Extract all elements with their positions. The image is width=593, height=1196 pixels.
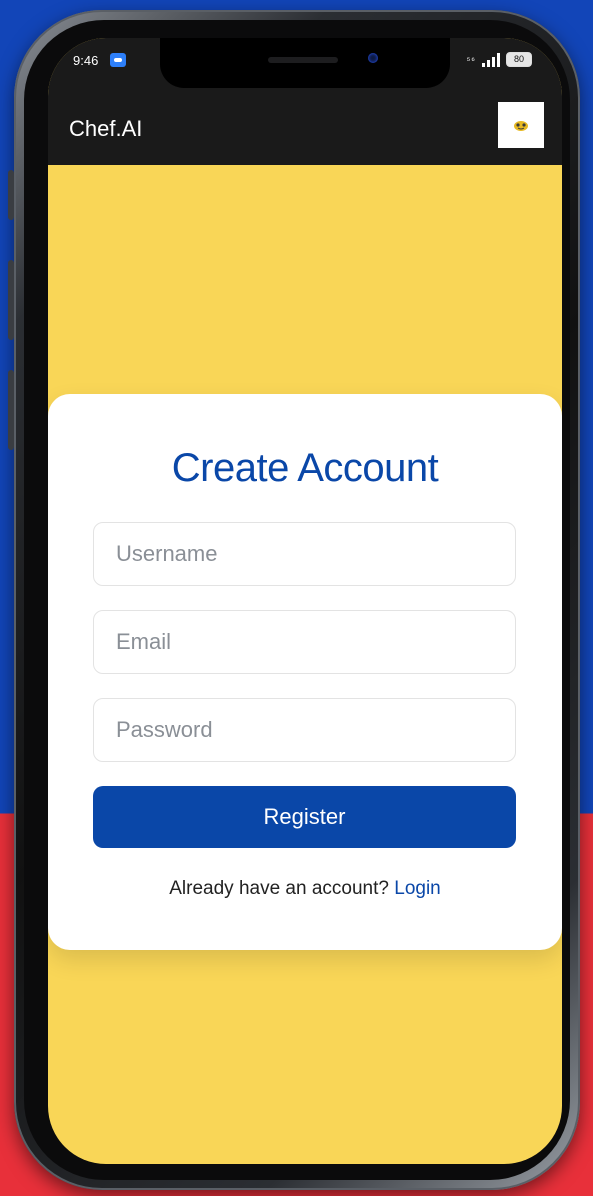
speaker-grille [268, 57, 338, 63]
login-link[interactable]: Login [394, 878, 441, 899]
signal-icon [482, 52, 500, 67]
chef-avatar-icon [514, 121, 528, 131]
form-title: Create Account [171, 446, 439, 490]
phone-volume-down-button [8, 370, 14, 450]
phone-screen: 9:46 ⁵⁶ 80 Chef.AI Create Account Userna… [48, 38, 562, 1164]
phone-side-button [8, 170, 14, 220]
phone-volume-up-button [8, 260, 14, 340]
login-prompt: Already have an account? Login [48, 878, 562, 900]
status-time: 9:46 [73, 53, 99, 68]
username-input[interactable] [93, 522, 516, 586]
status-bar: 9:46 ⁵⁶ 80 [48, 38, 562, 88]
email-input[interactable] [93, 610, 516, 674]
status-indicators: ⁵⁶ 80 [467, 52, 532, 67]
battery-icon: 80 [506, 52, 532, 67]
password-input[interactable] [93, 698, 516, 762]
register-button[interactable]: Register [93, 786, 516, 848]
create-account-card: Create Account Register Already have an … [48, 394, 562, 950]
app-title: Chef.AI [69, 116, 143, 141]
user-avatar[interactable] [498, 102, 544, 148]
network-type-label: ⁵⁶ [466, 54, 476, 65]
app-bar: Chef.AI [48, 88, 562, 165]
camera-notch [160, 38, 450, 88]
login-prompt-text: Already have an account? [169, 878, 389, 899]
message-icon [110, 53, 126, 67]
front-camera [368, 53, 378, 63]
